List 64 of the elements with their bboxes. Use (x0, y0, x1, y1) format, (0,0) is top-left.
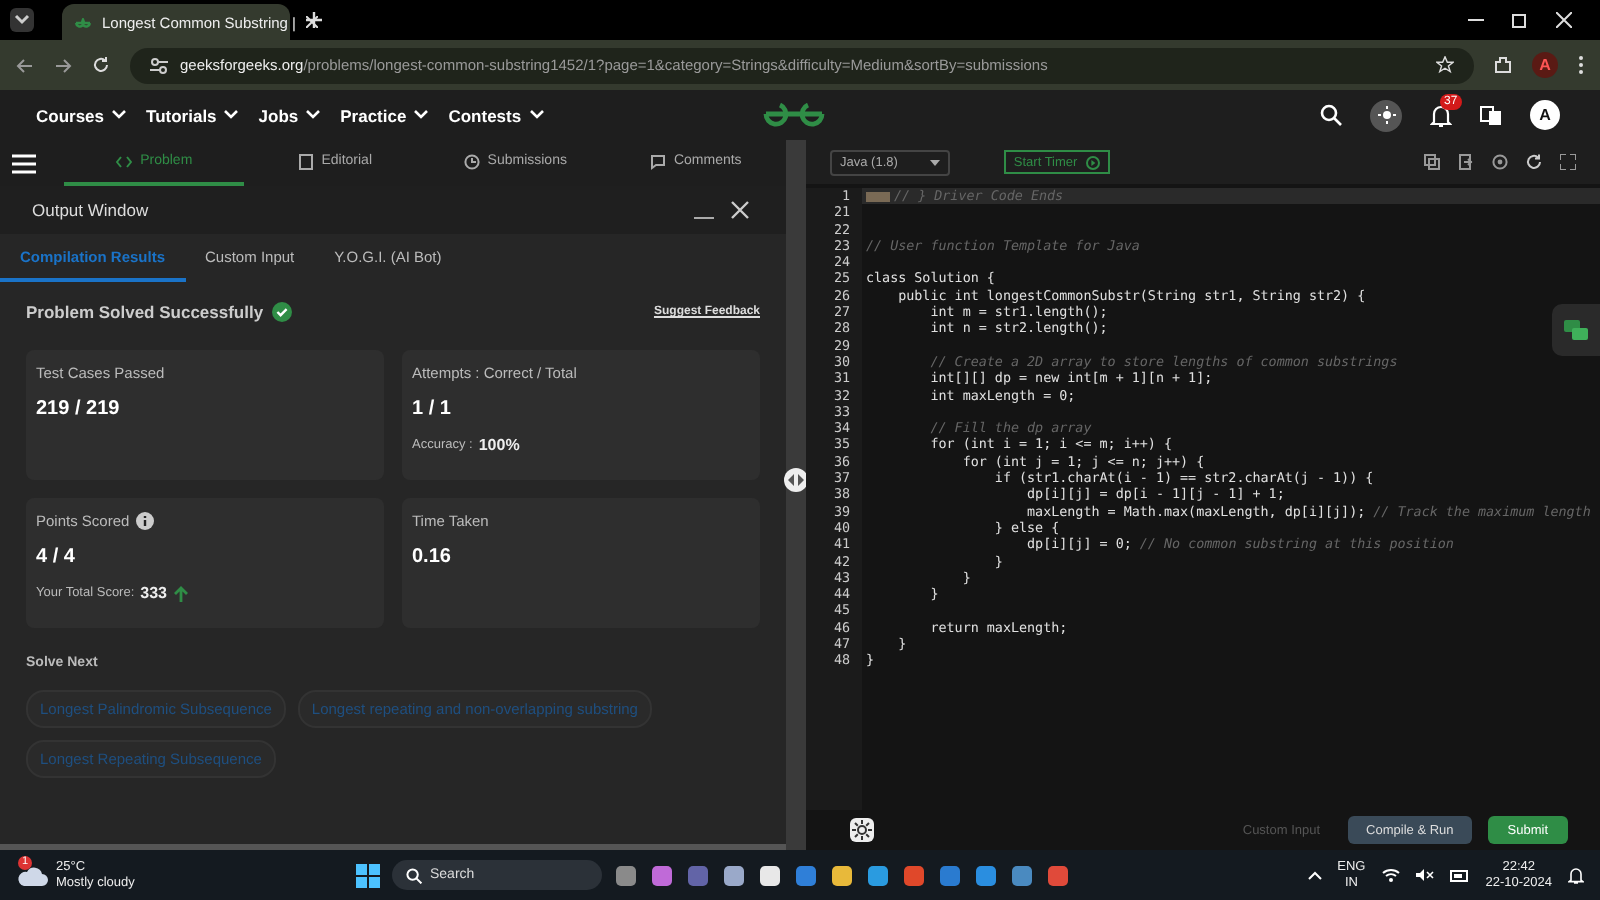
user-avatar[interactable]: A (1530, 100, 1560, 130)
chat-icon (1564, 319, 1588, 341)
settings-icon[interactable] (1492, 154, 1508, 170)
double-arrow-icon (788, 474, 804, 486)
search-icon[interactable] (1320, 104, 1342, 126)
code-icon (116, 153, 133, 169)
nav-menu[interactable]: Courses (36, 105, 127, 125)
chevron-down-icon (529, 110, 544, 120)
stat-sub-value: 100% (478, 436, 520, 454)
chevron-down-icon (306, 110, 321, 120)
translate-icon[interactable] (1480, 105, 1502, 125)
stat-value: 219 / 219 (36, 398, 122, 420)
back-icon[interactable] (16, 57, 34, 73)
sun-icon (1377, 106, 1395, 124)
extensions-icon[interactable] (1494, 56, 1512, 74)
play-icon (1085, 155, 1100, 169)
theme-toggle[interactable] (1370, 99, 1402, 131)
copy-icon[interactable] (1424, 154, 1440, 170)
stat-value: 1 / 1 (412, 398, 453, 420)
start-icon[interactable] (356, 863, 380, 887)
battery-icon[interactable] (1449, 869, 1470, 881)
gear-icon (852, 820, 872, 840)
more-icon[interactable] (1578, 56, 1584, 74)
nav-menu[interactable]: Practice (340, 105, 429, 125)
cloud-icon[interactable] (16, 863, 48, 887)
forward-icon[interactable] (54, 57, 72, 73)
reset-icon[interactable] (1526, 154, 1542, 170)
stat-value: 0.16 (412, 546, 453, 568)
bell-icon[interactable] (1430, 103, 1452, 127)
output-window-title: Output Window (32, 200, 151, 220)
chevron-down-icon (414, 110, 429, 120)
tab-list-icon[interactable] (10, 8, 34, 32)
nav-menu[interactable]: Tutorials (146, 105, 239, 125)
splitter[interactable] (786, 140, 806, 850)
check-icon (271, 302, 292, 322)
profile-avatar[interactable]: A (1532, 52, 1558, 78)
gfg-logo-icon[interactable] (762, 100, 826, 128)
nav-menu[interactable]: Jobs (258, 105, 321, 125)
status-text: Problem Solved Successfully (26, 302, 264, 322)
chevron-down-icon (224, 110, 239, 120)
document-icon (297, 153, 314, 169)
caret-icon (929, 159, 940, 165)
speech-bubble-icon (649, 153, 666, 169)
clock-icon (463, 153, 480, 169)
wifi-icon[interactable] (1381, 868, 1400, 882)
settings-button[interactable] (850, 818, 874, 842)
reload-icon[interactable] (92, 56, 110, 74)
menu-icon[interactable] (12, 153, 36, 173)
site-logo-icon (74, 15, 92, 29)
stat-sub-value: 333 (140, 584, 168, 602)
import-icon[interactable] (1458, 154, 1474, 170)
muted-speaker-icon[interactable] (1415, 868, 1434, 882)
info-icon[interactable] (135, 512, 154, 530)
chat-button[interactable] (1552, 304, 1600, 356)
stat-value: 4 / 4 (36, 546, 77, 568)
bell-icon[interactable] (1568, 866, 1584, 884)
star-icon[interactable] (1436, 56, 1454, 74)
fold-marker[interactable] (866, 191, 890, 202)
chevron-down-icon (112, 110, 127, 120)
restore-icon[interactable] (1512, 12, 1528, 28)
site-settings-icon[interactable] (150, 57, 168, 73)
chevron-up-icon[interactable] (1307, 870, 1322, 880)
nav-menu[interactable]: Contests (448, 105, 544, 125)
fullscreen-icon[interactable] (1560, 154, 1576, 170)
